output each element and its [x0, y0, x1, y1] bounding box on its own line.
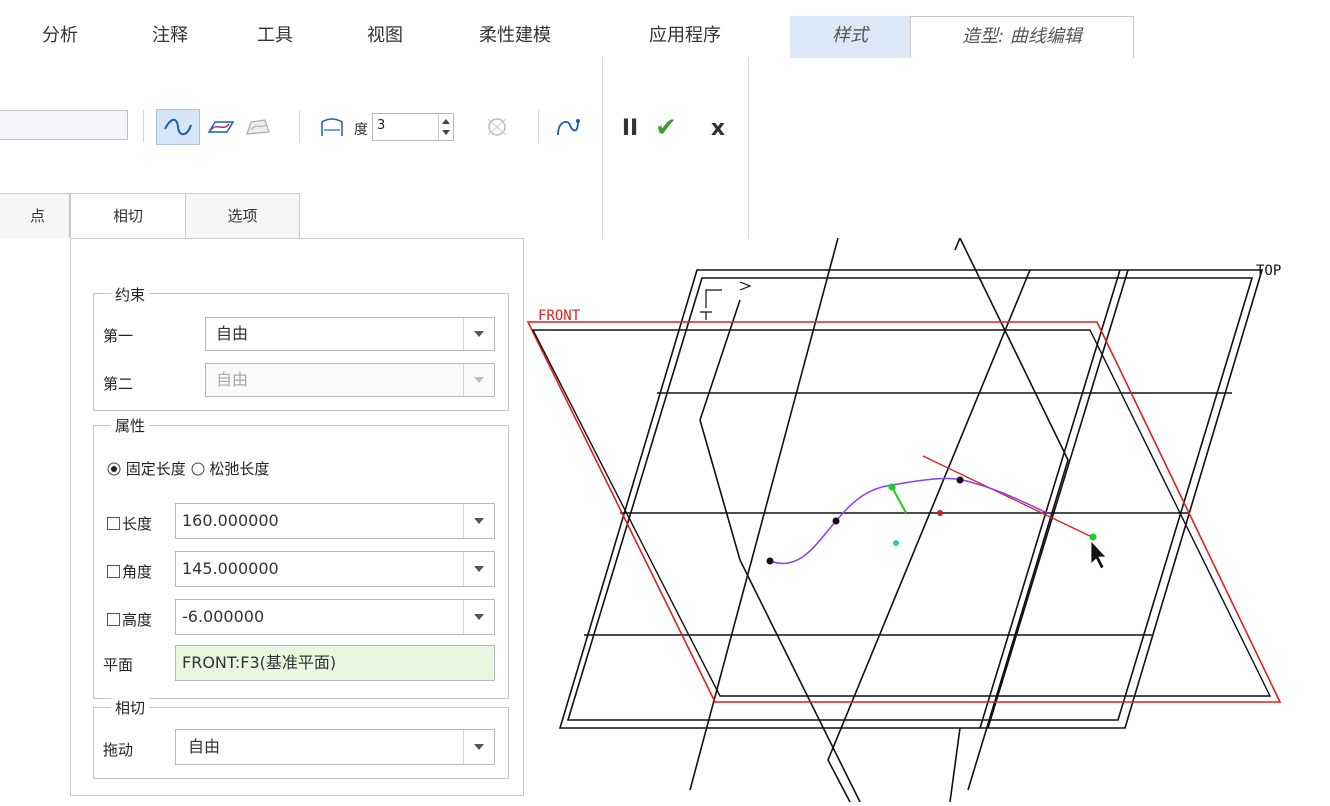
- separator: [299, 110, 300, 142]
- angle-value: 145.000000: [182, 559, 279, 578]
- cos-curve-button[interactable]: [240, 109, 276, 145]
- checkbox-icon: [107, 565, 120, 578]
- tab-points[interactable]: 点: [0, 193, 70, 238]
- tab-applications[interactable]: 应用程序: [610, 16, 760, 58]
- degree-stepper[interactable]: 3: [372, 113, 454, 141]
- curve-point[interactable]: [956, 476, 964, 484]
- chevron-down-icon: [463, 730, 494, 764]
- free-curve-icon: [164, 118, 192, 136]
- fixed-length-label: 固定长度: [125, 460, 186, 478]
- tangent-panel: 约束 第一 自由 第二 自由 属性 固定长度 松弛长度 长度 160.00000…: [70, 238, 524, 796]
- length-checkbox[interactable]: 长度: [107, 513, 152, 534]
- cancel-button[interactable]: x: [704, 112, 732, 144]
- curvature-button[interactable]: [480, 109, 514, 145]
- second-label: 第二: [103, 375, 134, 393]
- tab-annotate[interactable]: 注释: [130, 16, 210, 58]
- second-constraint-dropdown[interactable]: 自由: [205, 363, 495, 397]
- separator: [602, 58, 603, 238]
- chevron-down-icon: [463, 600, 494, 634]
- height-checkbox[interactable]: 高度: [107, 609, 152, 630]
- plane-label: 平面: [103, 656, 134, 674]
- length-mode-radios: 固定长度 松弛长度: [107, 458, 269, 479]
- ribbon-tab-bar: 分析 注释 工具 视图 柔性建模 应用程序 样式 造型: 曲线编辑: [0, 0, 1330, 59]
- spin-buttons[interactable]: [438, 114, 453, 140]
- mouse-cursor-icon: [1090, 539, 1107, 570]
- angle-label: 角度: [122, 563, 153, 581]
- chevron-down-icon: [463, 364, 494, 396]
- reference-field[interactable]: [0, 110, 128, 140]
- curve-analysis-button[interactable]: [550, 109, 586, 145]
- spin-arrows-icon: [442, 119, 450, 135]
- plane-reference-field[interactable]: FRONT:F3(基准平面): [175, 645, 495, 681]
- degree-label: 度: [354, 122, 368, 138]
- separator: [143, 110, 144, 142]
- angle-checkbox[interactable]: 角度: [107, 561, 152, 582]
- cos-curve-icon: [246, 119, 270, 135]
- control-polygon-icon: [321, 118, 343, 136]
- tab-tangent[interactable]: 相切: [70, 193, 186, 238]
- front-datum-plane: [526, 321, 1282, 703]
- length-label: 长度: [122, 515, 153, 533]
- properties-title: 属性: [111, 415, 150, 436]
- pause-button[interactable]: II: [616, 112, 644, 144]
- top-plane-label: TOP: [1256, 263, 1281, 279]
- radio-selected-icon: [107, 462, 121, 476]
- tab-flexible-modeling[interactable]: 柔性建模: [455, 16, 575, 58]
- tab-view[interactable]: 视图: [340, 16, 430, 58]
- tab-style[interactable]: 样式: [790, 16, 910, 58]
- reference-point[interactable]: [937, 510, 943, 516]
- radio-empty-icon: [191, 462, 205, 476]
- drag-dropdown[interactable]: 自由: [175, 729, 495, 765]
- fixed-length-radio[interactable]: 固定长度: [107, 460, 186, 478]
- control-point[interactable]: [893, 540, 899, 546]
- height-dropdown[interactable]: -6.000000: [175, 599, 495, 635]
- curve-point[interactable]: [832, 517, 840, 525]
- constraints-title: 约束: [111, 284, 150, 305]
- relaxed-length-radio[interactable]: 松弛长度: [191, 460, 270, 478]
- checkbox-icon: [107, 613, 120, 626]
- first-label: 第一: [103, 327, 134, 345]
- tab-options[interactable]: 选项: [186, 193, 300, 238]
- model-canvas[interactable]: FRONT TOP: [524, 237, 1330, 803]
- tab-curve-edit[interactable]: 造型: 曲线编辑: [910, 16, 1134, 58]
- relaxed-length-label: 松弛长度: [209, 460, 270, 478]
- chevron-down-icon: [463, 504, 494, 538]
- tab-analysis[interactable]: 分析: [20, 16, 100, 58]
- planar-curve-button[interactable]: [202, 109, 238, 145]
- edited-curve[interactable]: [769, 477, 1048, 565]
- first-constraint-value: 自由: [216, 324, 249, 343]
- drag-label: 拖动: [103, 741, 134, 759]
- ok-button[interactable]: ✔: [648, 112, 684, 144]
- plane-value: FRONT:F3(基准平面): [182, 653, 337, 672]
- second-constraint-value: 自由: [216, 370, 249, 389]
- control-polygon-button[interactable]: [314, 109, 350, 145]
- axis-marker-icon: [700, 281, 752, 320]
- control-handle[interactable]: [891, 486, 907, 514]
- graphics-viewport[interactable]: FRONT TOP: [524, 237, 1330, 803]
- tangent-title: 相切: [111, 697, 150, 718]
- separator: [538, 110, 539, 142]
- degree-value: 3: [377, 118, 386, 133]
- chevron-down-icon: [463, 552, 494, 586]
- planar-curve-icon: [207, 121, 235, 133]
- tangent-end-point[interactable]: [1089, 533, 1097, 541]
- free-curve-button[interactable]: [156, 109, 200, 145]
- curvature-icon: [487, 118, 507, 136]
- checkbox-icon: [107, 517, 120, 530]
- control-point[interactable]: [888, 483, 896, 491]
- first-constraint-dropdown[interactable]: 自由: [205, 317, 495, 351]
- height-value: -6.000000: [182, 607, 265, 626]
- length-dropdown[interactable]: 160.000000: [175, 503, 495, 539]
- length-value: 160.000000: [182, 511, 279, 530]
- tab-tools[interactable]: 工具: [230, 16, 320, 58]
- drag-value: 自由: [188, 737, 221, 756]
- chevron-down-icon: [463, 318, 494, 350]
- angle-dropdown[interactable]: 145.000000: [175, 551, 495, 587]
- curve-analysis-icon: [557, 119, 580, 136]
- front-plane-label: FRONT: [538, 308, 581, 324]
- separator: [748, 58, 749, 238]
- curve-point[interactable]: [766, 557, 774, 565]
- height-label: 高度: [122, 611, 153, 629]
